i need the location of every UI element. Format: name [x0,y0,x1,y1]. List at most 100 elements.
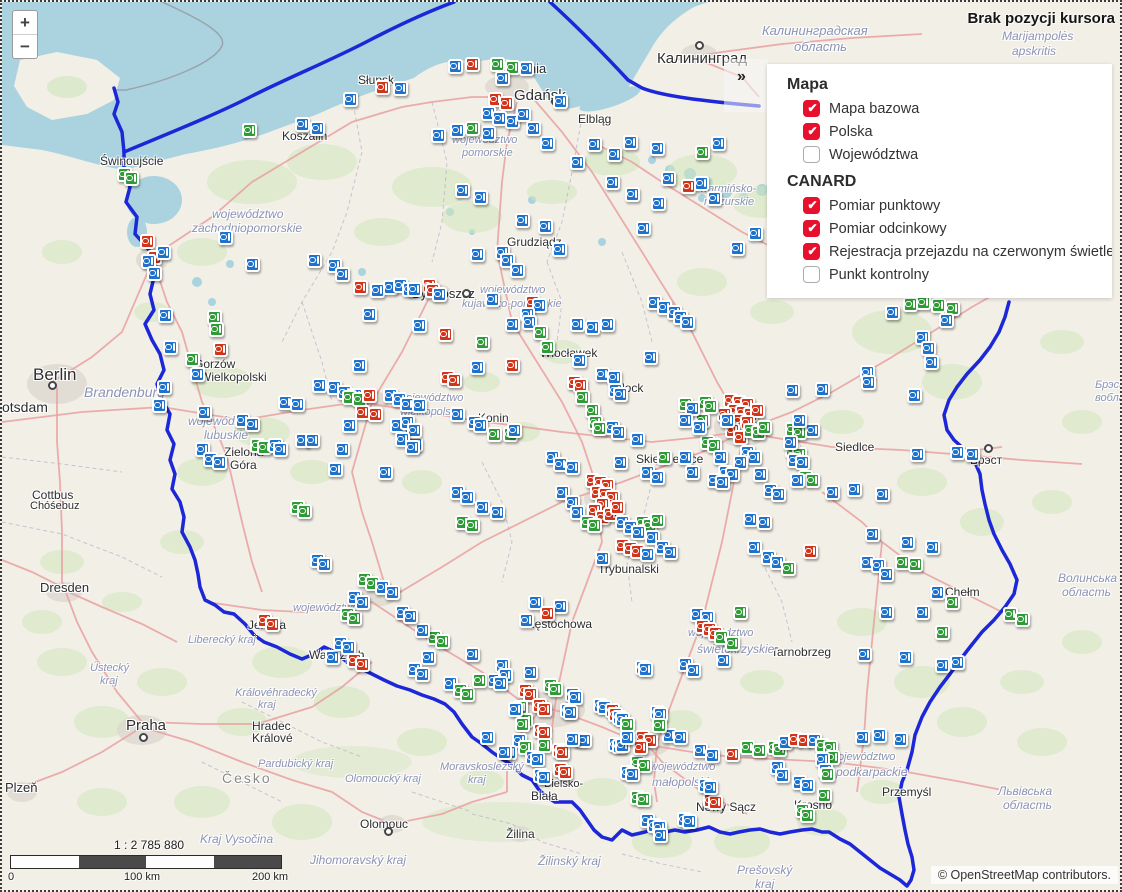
marker-pomiar-punktowy[interactable] [505,317,520,332]
marker-pomiar-punktowy[interactable] [715,475,730,490]
marker-pomiar-punktowy[interactable] [607,147,622,162]
marker-pomiar-punktowy[interactable] [245,417,260,432]
marker-czerwone-swiatlo[interactable] [537,702,552,717]
marker-pomiar-punktowy[interactable] [212,455,227,470]
marker-pomiar-punktowy[interactable] [620,730,635,745]
marker-czerwone-swiatlo[interactable] [362,388,377,403]
marker-pomiar-punktowy[interactable] [412,398,427,413]
marker-pomiar-punktowy[interactable] [720,413,735,428]
marker-pomiar-punktowy[interactable] [432,287,447,302]
marker-czerwone-swiatlo[interactable] [725,747,740,762]
marker-pomiar-punktowy[interactable] [965,447,980,462]
marker-pomiar-punktowy[interactable] [613,455,628,470]
marker-pomiar-punktowy[interactable] [935,658,950,673]
marker-pomiar-punktowy[interactable] [197,405,212,420]
marker-pomiar-punktowy[interactable] [857,647,872,662]
marker-pomiar-punktowy[interactable] [595,551,610,566]
marker-pomiar-punktowy[interactable] [526,121,541,136]
marker-pomiar-punktowy[interactable] [703,780,718,795]
marker-czerwone-swiatlo[interactable] [803,544,818,559]
marker-pomiar-punktowy[interactable] [924,355,939,370]
marker-pomiar-odcinkowy[interactable] [490,57,505,72]
marker-pomiar-odcinkowy[interactable] [487,427,502,442]
marker-czerwone-swiatlo[interactable] [633,740,648,755]
marker-pomiar-punktowy[interactable] [290,397,305,412]
zoom-in-button[interactable]: + [13,11,37,35]
marker-pomiar-punktowy[interactable] [317,557,332,572]
marker-pomiar-punktowy[interactable] [625,767,640,782]
marker-pomiar-punktowy[interactable] [705,748,720,763]
marker-pomiar-punktowy[interactable] [523,665,538,680]
marker-pomiar-punktowy[interactable] [563,705,578,720]
marker-pomiar-punktowy[interactable] [678,413,693,428]
marker-pomiar-punktowy[interactable] [730,241,745,256]
marker-pomiar-punktowy[interactable] [385,585,400,600]
checkbox-punkt-kontrolny[interactable] [803,266,820,283]
marker-pomiar-punktowy[interactable] [310,121,325,136]
marker-pomiar-punktowy[interactable] [158,308,173,323]
marker-pomiar-punktowy[interactable] [405,440,420,455]
marker-czerwone-swiatlo[interactable] [213,342,228,357]
legend-item-pomiar-punktowy[interactable]: Pomiar punktowy [803,197,1102,214]
marker-pomiar-punktowy[interactable] [516,107,531,122]
marker-pomiar-punktowy[interactable] [785,383,800,398]
marker-pomiar-punktowy[interactable] [530,752,545,767]
marker-pomiar-punktowy[interactable] [508,702,523,717]
marker-pomiar-punktowy[interactable] [847,482,862,497]
marker-pomiar-odcinkowy[interactable] [209,322,224,337]
marker-pomiar-punktowy[interactable] [407,282,422,297]
marker-pomiar-odcinkowy[interactable] [733,605,748,620]
marker-czerwone-swiatlo[interactable] [353,280,368,295]
marker-pomiar-punktowy[interactable] [600,317,615,332]
marker-pomiar-punktowy[interactable] [585,320,600,335]
marker-pomiar-punktowy[interactable] [638,662,653,677]
marker-pomiar-punktowy[interactable] [694,176,709,191]
marker-pomiar-punktowy[interactable] [678,450,693,465]
marker-czerwone-swiatlo[interactable] [708,795,723,810]
marker-pomiar-punktowy[interactable] [643,350,658,365]
marker-pomiar-punktowy[interactable] [507,423,522,438]
marker-pomiar-punktowy[interactable] [570,317,585,332]
marker-pomiar-odcinkowy[interactable] [652,718,667,733]
marker-pomiar-punktowy[interactable] [885,305,900,320]
marker-pomiar-punktowy[interactable] [861,375,876,390]
marker-pomiar-punktowy[interactable] [415,667,430,682]
marker-pomiar-punktowy[interactable] [515,213,530,228]
marker-pomiar-odcinkowy[interactable] [124,171,139,186]
marker-pomiar-punktowy[interactable] [540,136,555,151]
marker-pomiar-punktowy[interactable] [473,190,488,205]
marker-pomiar-punktowy[interactable] [640,547,655,562]
marker-pomiar-punktowy[interactable] [915,605,930,620]
marker-pomiar-punktowy[interactable] [783,435,798,450]
marker-pomiar-punktowy[interactable] [805,423,820,438]
marker-pomiar-punktowy[interactable] [475,500,490,515]
marker-pomiar-punktowy[interactable] [775,768,790,783]
legend-item-polska[interactable]: Polska [803,123,1102,140]
checkbox-mapa-bazowa[interactable] [803,100,821,117]
osm-attribution[interactable]: © OpenStreetMap contributors. [930,866,1118,884]
marker-pomiar-punktowy[interactable] [570,155,585,170]
checkbox-pomiar-punktowy[interactable] [803,197,821,214]
marker-czerwone-swiatlo[interactable] [140,234,155,249]
marker-pomiar-odcinkowy[interactable] [533,325,548,340]
marker-pomiar-odcinkowy[interactable] [297,504,312,519]
marker-pomiar-punktowy[interactable] [245,257,260,272]
marker-pomiar-odcinkowy[interactable] [540,340,555,355]
legend-item-punkt-kontrolny[interactable]: Punkt kontrolny [803,266,1102,283]
marker-pomiar-odcinkowy[interactable] [725,636,740,651]
marker-pomiar-odcinkowy[interactable] [935,625,950,640]
marker-pomiar-punktowy[interactable] [713,450,728,465]
marker-pomiar-punktowy[interactable] [795,455,810,470]
marker-czerwone-swiatlo[interactable] [540,606,555,621]
marker-pomiar-punktowy[interactable] [930,585,945,600]
marker-pomiar-odcinkowy[interactable] [587,518,602,533]
marker-pomiar-punktowy[interactable] [686,663,701,678]
marker-pomiar-punktowy[interactable] [480,730,495,745]
marker-pomiar-punktowy[interactable] [147,266,162,281]
legend-item-pomiar-odcinkowy[interactable]: Pomiar odcinkowy [803,220,1102,237]
marker-pomiar-punktowy[interactable] [403,609,418,624]
marker-pomiar-punktowy[interactable] [470,360,485,375]
marker-pomiar-punktowy[interactable] [470,247,485,262]
marker-pomiar-punktowy[interactable] [716,653,731,668]
marker-czerwone-swiatlo[interactable] [375,80,390,95]
